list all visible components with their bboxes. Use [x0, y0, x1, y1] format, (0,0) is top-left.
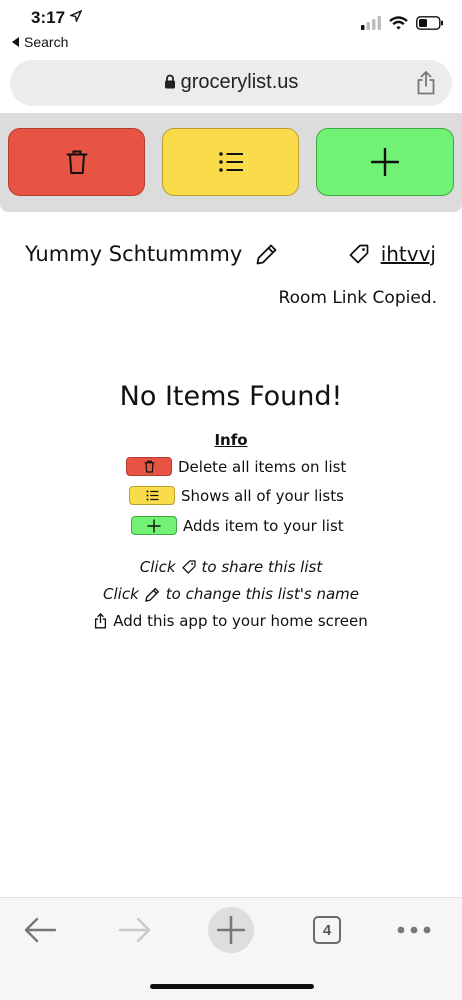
more-icon [397, 926, 431, 934]
trash-icon [66, 150, 87, 174]
pencil-icon[interactable] [256, 243, 278, 265]
share-icon [95, 613, 107, 629]
plus-icon [147, 519, 161, 532]
legend-lists-chip [129, 486, 175, 505]
share-icon[interactable] [416, 71, 436, 95]
new-tab-button[interactable] [201, 907, 261, 953]
battery-icon [416, 16, 443, 30]
app-toolbar [0, 113, 462, 212]
list-name-text: Yummy Schtummmy [25, 242, 243, 266]
tip-share-suffix: to share this list [201, 558, 323, 576]
trash-icon [144, 460, 154, 473]
pencil-icon [144, 587, 160, 602]
info-heading: Info [214, 431, 248, 449]
home-indicator [150, 984, 314, 989]
location-arrow-icon [68, 9, 83, 24]
legend-add-chip [131, 516, 177, 535]
tip-share: Click to share this list [0, 558, 462, 576]
tab-count: 4 [313, 916, 341, 944]
address-bar[interactable]: grocerylist.us [10, 60, 452, 106]
list-icon [218, 152, 243, 172]
room-link[interactable]: ihtvvj [349, 242, 436, 266]
back-button[interactable] [10, 908, 70, 952]
room-code[interactable]: ihtvvj [381, 242, 436, 266]
tip-home-screen: Add this app to your home screen [0, 612, 462, 630]
legend-add: Adds item to your list [131, 516, 344, 535]
back-to-search-label: Search [24, 34, 69, 50]
legend-delete: Delete all items on list [126, 457, 346, 476]
plus-icon [371, 148, 399, 176]
legend-delete-chip [126, 457, 172, 476]
more-button[interactable] [384, 908, 444, 952]
legend-lists-text: Shows all of your lists [181, 486, 344, 505]
status-icons [361, 16, 444, 30]
url-text: grocerylist.us [180, 71, 299, 93]
wifi-icon [389, 16, 408, 30]
status-time-text: 3:17 [31, 8, 66, 27]
add-item-button[interactable] [316, 128, 454, 196]
lock-icon [164, 74, 175, 89]
tip-rename-suffix: to change this list's name [165, 585, 359, 603]
legend-add-text: Adds item to your list [183, 516, 344, 535]
tip-home-text: Add this app to your home screen [113, 612, 368, 630]
forward-arrow-icon [119, 917, 151, 943]
tag-icon [349, 244, 369, 264]
back-to-search[interactable]: Search [12, 34, 68, 50]
tip-share-prefix: Click [139, 558, 176, 576]
back-arrow-icon [24, 917, 56, 943]
list-title: Yummy Schtummmy [25, 242, 278, 266]
delete-all-button[interactable] [8, 128, 145, 196]
tag-icon [181, 560, 196, 574]
legend-lists: Shows all of your lists [129, 486, 344, 505]
empty-state-title: No Items Found! [119, 381, 343, 412]
show-lists-button[interactable] [162, 128, 299, 196]
room-link-status: Room Link Copied. [278, 288, 437, 308]
plus-icon [217, 916, 245, 944]
list-icon [146, 490, 158, 501]
tip-rename-prefix: Click [103, 585, 139, 603]
back-triangle-icon [12, 37, 19, 47]
signal-icon [361, 16, 381, 30]
forward-button[interactable] [105, 908, 165, 952]
status-time: 3:17 [31, 8, 83, 28]
tip-rename: Click to change this list's name [0, 585, 462, 603]
legend-delete-text: Delete all items on list [178, 457, 347, 476]
tabs-button[interactable]: 4 [297, 908, 357, 952]
